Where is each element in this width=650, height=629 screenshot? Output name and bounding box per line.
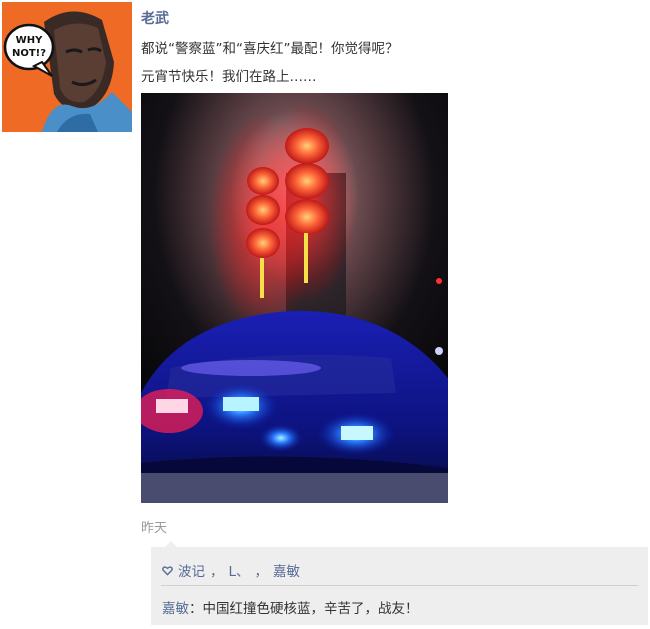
like-user-2[interactable]: L、 bbox=[229, 560, 250, 580]
author-name[interactable]: 老武 bbox=[141, 8, 169, 28]
like-separator: ， bbox=[210, 564, 224, 580]
likes-comments-divider bbox=[161, 585, 638, 586]
like-user-1[interactable]: 波记 bbox=[178, 560, 205, 580]
author-avatar[interactable]: WHY NOT!? bbox=[2, 2, 132, 132]
post-text-line-1: 都说“警察蓝”和“喜庆红”最配！你觉得呢？ bbox=[141, 41, 399, 57]
interaction-panel: 波记， L、，嘉敏 嘉敏：中国红撞色硬核蓝，辛苦了，战友！ bbox=[151, 541, 648, 625]
night-lantern-police-car-image bbox=[141, 93, 448, 503]
comment-separator: ： bbox=[189, 601, 203, 617]
comment-text: 中国红撞色硬核蓝，辛苦了，战友！ bbox=[202, 601, 419, 617]
like-separator: ， bbox=[254, 564, 269, 580]
comment-item[interactable]: 嘉敏：中国红撞色硬核蓝，辛苦了，战友！ bbox=[162, 597, 419, 617]
avatar-illustration: WHY NOT!? bbox=[2, 2, 132, 132]
heart-outline-icon bbox=[162, 565, 173, 576]
avatar-text-not: NOT!? bbox=[12, 48, 46, 59]
likes-row: 波记， L、，嘉敏 bbox=[162, 560, 300, 580]
comment-author[interactable]: 嘉敏 bbox=[162, 601, 189, 617]
post-text-line-2: 元宵节快乐！我们在路上…… bbox=[141, 69, 317, 85]
avatar-text-why: WHY bbox=[16, 35, 43, 46]
post-time: 昨天 bbox=[141, 521, 168, 536]
post-photo[interactable] bbox=[141, 93, 448, 503]
like-user-3[interactable]: 嘉敏 bbox=[273, 560, 300, 580]
